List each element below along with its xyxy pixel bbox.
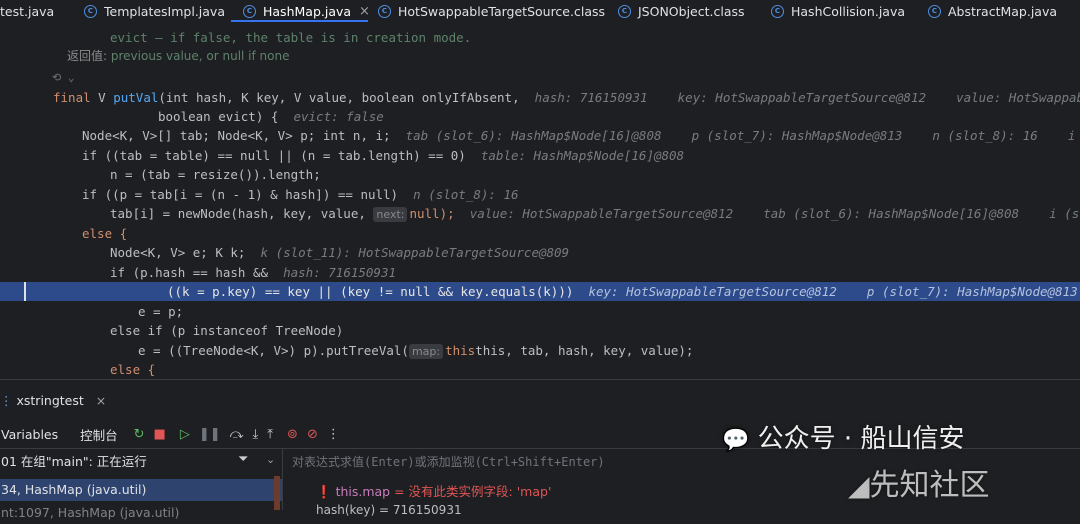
tab-label: AbstractMap.java: [948, 3, 1058, 19]
xianzhi-logo-icon: ◢: [848, 469, 870, 502]
class-file-icon: C: [243, 4, 256, 18]
fold-marker[interactable]: ⟲ ⌄: [52, 68, 74, 87]
debug-panel: ⋮ xstringtest × Variables 控制台 ↻ ■ ▷ ❚❚ ⤼…: [0, 379, 1080, 520]
code-line-if-p: if ((p = tab[i = (n - 1) & hash]) == nul…: [82, 187, 519, 202]
thread-selector[interactable]: 01 在组"main": 正在运行: [1, 451, 147, 473]
variable-row-error[interactable]: ❗ this.map = 没有此类实例字段: 'map': [316, 481, 551, 500]
tab-variables[interactable]: Variables: [1, 427, 58, 442]
code-line-elseif: else if (p instanceof TreeNode): [110, 323, 344, 338]
code-line-else: else {: [82, 226, 128, 241]
tab-jsonobject-class[interactable]: C JSONObject.class: [618, 0, 745, 22]
doc-line-evict: evict – if false, the table is in creati…: [110, 30, 472, 45]
class-file-icon: C: [378, 4, 391, 18]
variable-name: this.map: [335, 484, 391, 499]
frame-item-selected[interactable]: 34, HashMap (java.util): [0, 479, 282, 501]
step-over-icon[interactable]: ⤼: [230, 427, 244, 442]
debug-session-tab[interactable]: ⋮ xstringtest ×: [0, 390, 106, 410]
code-line-if-hash: if (p.hash == hash && hash: 716150931: [110, 265, 396, 280]
class-file-icon: C: [928, 4, 941, 18]
variable-error-message: = 没有此类实例字段: 'map': [394, 484, 552, 499]
step-out-icon[interactable]: ⤒: [267, 427, 273, 442]
code-line-resize: n = (tab = resize()).length;: [110, 167, 321, 182]
frames-scrollbar[interactable]: [274, 476, 280, 510]
site-watermark: ◢先知社区: [848, 468, 990, 503]
class-file-icon: C: [771, 4, 784, 18]
code-line-signature: final V putVal(int hash, K key, V value,…: [53, 88, 1080, 107]
error-icon: ❗: [316, 484, 332, 499]
tab-label: test.java: [0, 3, 55, 19]
tab-label: JSONObject.class: [638, 3, 745, 19]
inline-debug-hint: hash: 716150931 key: HotSwappableTargetS…: [534, 90, 1080, 105]
code-line-decl: Node<K, V>[] tab; Node<K, V> p; int n, i…: [82, 128, 1080, 143]
step-into-icon[interactable]: ⤓: [253, 427, 259, 442]
code-line-highlighted: ((k = p.key) == key || (key != null && k…: [167, 284, 1080, 299]
code-line-else2: else {: [110, 362, 156, 377]
tab-abstractmap-java[interactable]: C AbstractMap.java: [928, 0, 1057, 22]
frames-panel: 01 在组"main": 正在运行 ⏷ ⌄ 34, HashMap (java.…: [0, 449, 283, 520]
tab-hotswappabletargetsource-class[interactable]: C HotSwappableTargetSource.class: [378, 0, 605, 22]
code-editor[interactable]: evict – if false, the table is in creati…: [0, 22, 1080, 379]
caret: [24, 282, 26, 301]
rerun-icon[interactable]: ↻: [134, 427, 145, 442]
class-file-icon: C: [84, 4, 97, 18]
doc-line-return: 返回值: previous value, or null if none: [67, 49, 290, 63]
close-tab-icon[interactable]: ×: [359, 4, 370, 19]
tab-label: HashMap.java: [263, 3, 352, 19]
debug-toolbar: Variables 控制台 ↻ ■ ▷ ❚❚ ⤼ ⤓ ⤒ ⊚ ⊘ ⋮: [0, 424, 340, 444]
code-line-e-p: e = p;: [138, 304, 184, 319]
frame-item[interactable]: nt:1097, HashMap (java.util): [0, 502, 179, 524]
pause-icon[interactable]: ❚❚: [199, 427, 221, 442]
debug-session-icon: ⋮: [0, 392, 13, 408]
code-line-evict: boolean evict) { evict: false: [158, 109, 384, 124]
tab-hashcollision-java[interactable]: C HashCollision.java: [771, 0, 905, 22]
tab-label: HashCollision.java: [791, 3, 906, 19]
code-line-if-table: if ((tab = table) == null || (n = tab.le…: [82, 148, 685, 163]
editor-tab-bar: test.java C TemplatesImpl.java C HashMap.jav…: [0, 0, 1080, 23]
filter-icon[interactable]: ⏷: [238, 452, 248, 467]
wechat-icon: 💬: [722, 428, 750, 453]
tab-label: HotSwappableTargetSource.class: [398, 3, 606, 19]
class-file-icon: C: [618, 4, 631, 18]
close-icon[interactable]: ×: [96, 393, 106, 408]
watermark: 💬 公众号 · 船山信安 ◢先知社区: [722, 416, 1052, 503]
parameter-hint: map:: [408, 344, 444, 359]
code-line-newnode: tab[i] = newNode(hash, key, value, next:…: [110, 206, 1080, 222]
editor-gutter[interactable]: [0, 22, 24, 379]
debug-session-name: xstringtest: [16, 392, 84, 408]
parameter-hint: next:: [373, 207, 408, 222]
more-options-icon[interactable]: ⋮: [327, 427, 340, 442]
tab-console[interactable]: 控制台: [80, 425, 118, 444]
code-line-puttree: e = ((TreeNode<K, V>) p).putTreeVal(map:…: [138, 343, 694, 359]
mute-breakpoints-icon[interactable]: ⊘: [307, 427, 318, 442]
resume-icon[interactable]: ▷: [180, 427, 190, 442]
evaluate-expression-input[interactable]: 对表达式求值(Enter)或添加监视(Ctrl+Shift+Enter): [292, 453, 605, 470]
chevron-down-icon[interactable]: ⌄: [266, 453, 275, 466]
tab-test-java[interactable]: test.java: [0, 0, 54, 22]
wechat-watermark: 💬 公众号 · 船山信安: [722, 424, 965, 454]
tab-label: TemplatesImpl.java: [104, 3, 225, 19]
view-breakpoints-icon[interactable]: ⊚: [287, 427, 298, 442]
stop-icon[interactable]: ■: [154, 427, 166, 442]
tab-templatesimpl-java[interactable]: C TemplatesImpl.java: [84, 0, 225, 22]
code-line-node-ek: Node<K, V> e; K k; k (slot_11): HotSwapp…: [110, 245, 570, 260]
tab-hashmap-java[interactable]: C HashMap.java ×: [243, 0, 370, 22]
variable-row[interactable]: hash(key) = 716150931: [316, 503, 462, 517]
